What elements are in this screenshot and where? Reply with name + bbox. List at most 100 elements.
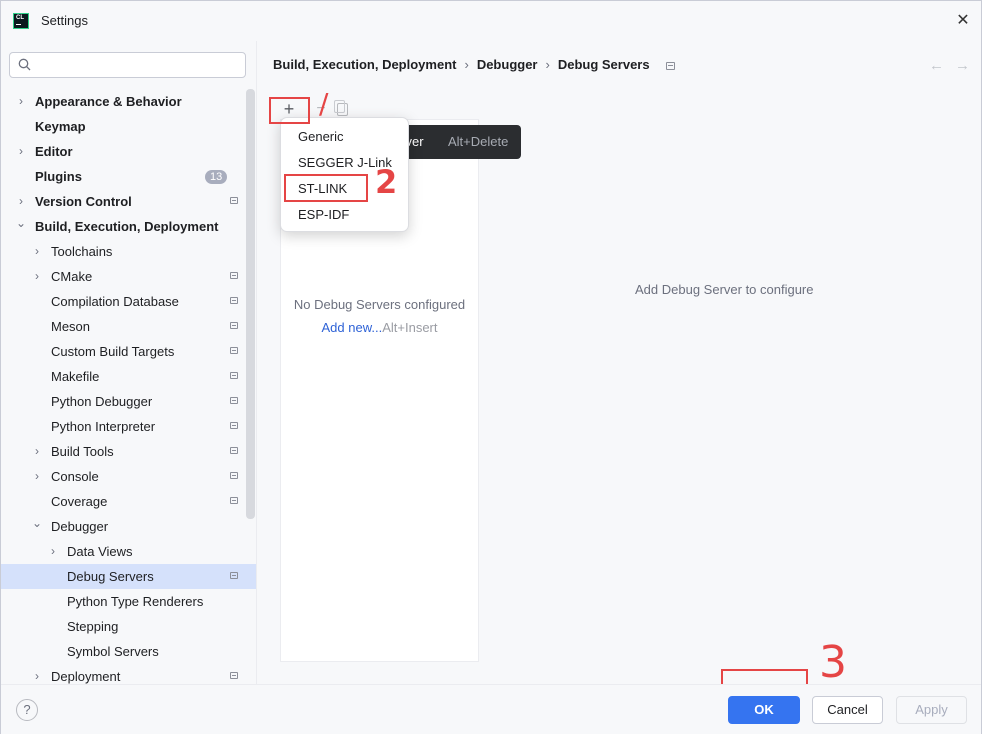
sidebar-item-label: Console [51,469,99,484]
sidebar-item[interactable]: Plugins 13 [1,164,246,189]
chevron-right-icon[interactable]: › [15,139,27,164]
sidebar-item[interactable]: › Appearance & Behavior [1,89,246,114]
tooltip-shortcut: Alt+Delete [448,134,509,149]
sidebar-item-label: Build, Execution, Deployment [35,219,219,234]
sidebar-item[interactable]: Makefile [1,364,246,389]
chevron-right-icon[interactable]: › [31,239,43,264]
sidebar-item-label: Keymap [35,119,86,134]
ok-button[interactable]: OK [728,696,800,724]
sidebar-item[interactable]: Debug Servers [1,564,256,589]
sidebar-item[interactable]: › Toolchains [1,239,246,264]
sidebar-item-label: Data Views [67,544,133,559]
sidebar-item[interactable]: Compilation Database [1,289,246,314]
settings-tree: › Appearance & Behavior Keymap › Editor Plugi… [1,89,256,684]
project-scope-icon [230,447,238,454]
chevron-right-icon[interactable]: › [15,89,27,114]
sidebar-item[interactable]: › Console [1,464,246,489]
settings-search-field[interactable] [9,52,246,78]
sidebar-item[interactable]: Meson [1,314,246,339]
project-scope-icon [230,422,238,429]
sidebar-item[interactable]: › Build Tools [1,439,246,464]
sidebar-item-label: CMake [51,269,93,284]
sidebar-item-label: Python Debugger [51,394,153,409]
project-scope-icon [230,472,238,479]
forward-arrow-icon[interactable]: → [955,57,970,74]
annotation-number-1: / [319,87,329,120]
sidebar-item[interactable]: › Deployment [1,664,246,684]
close-icon[interactable]: ✕ [953,11,973,31]
add-new-row: Add new...Alt+Insert [281,320,478,335]
sidebar-item[interactable]: › CMake [1,264,246,289]
sidebar-item[interactable]: Keymap [1,114,246,139]
sidebar-item-label: Version Control [35,194,132,209]
chevron-down-icon[interactable]: ⌄ [15,214,27,232]
project-scope-icon [230,372,238,379]
chevron-right-icon[interactable]: › [31,264,43,289]
project-scope-icon [230,322,238,329]
menu-item-esp-idf[interactable]: ESP-IDF [281,202,408,228]
sidebar-item-label: Stepping [67,619,119,634]
apply-button[interactable]: Apply [896,696,967,724]
sidebar-item[interactable]: Python Interpreter [1,414,246,439]
sidebar-item-label: Toolchains [51,244,113,259]
sidebar-item-label: Compilation Database [51,294,179,309]
breadcrumb-item[interactable]: Build, Execution, Deployment [273,57,456,72]
sidebar-item-label: Python Interpreter [51,419,156,434]
chevron-right-icon[interactable]: › [31,664,43,684]
sidebar-item-label: Debugger [51,519,109,534]
sidebar-item-label: Plugins [35,169,82,184]
project-scope-icon [230,397,238,404]
sidebar-item[interactable]: Python Type Renderers [1,589,246,614]
sidebar-item[interactable]: Custom Build Targets [1,339,246,364]
project-scope-icon [230,672,238,679]
clion-logo-icon: CL [13,13,29,29]
sidebar-scrollbar[interactable] [246,89,255,519]
window-title: Settings [41,13,88,28]
chevron-right-icon[interactable]: › [15,189,27,214]
sidebar-item-label: Makefile [51,369,100,384]
help-button[interactable]: ? [16,699,38,721]
back-arrow-icon[interactable]: ← [929,57,944,74]
sidebar-item[interactable]: Python Debugger [1,389,246,414]
sidebar-item[interactable]: › Editor [1,139,246,164]
add-new-link[interactable]: Add new... [322,320,383,335]
copy-server-icon[interactable] [334,100,348,116]
project-scope-icon [230,197,238,204]
chevron-down-icon[interactable]: ⌄ [31,514,43,532]
sidebar-item-label: Python Type Renderers [67,594,204,609]
search-icon [18,58,31,71]
sidebar-item[interactable]: ⌄ Debugger [1,514,246,539]
menu-item-generic[interactable]: Generic [281,124,408,150]
chevron-right-icon[interactable]: › [31,464,43,489]
sidebar-item[interactable]: Stepping [1,614,246,639]
sidebar-item-label: Editor [35,144,73,159]
sidebar-item-label: Build Tools [51,444,114,459]
breadcrumb-item[interactable]: Debugger [477,57,538,72]
sidebar-item[interactable]: Symbol Servers [1,639,246,664]
plugins-count-badge: 13 [205,170,228,184]
add-new-shortcut: Alt+Insert [382,320,438,335]
search-input[interactable] [40,56,244,76]
sidebar-item[interactable]: › Data Views [1,539,246,564]
project-scope-icon [230,297,238,304]
title-bar: CL Settings ✕ [1,1,981,41]
chevron-right-icon: › [464,57,469,72]
empty-list-text: No Debug Servers configured [293,297,466,312]
sidebar-item[interactable]: ⌄ Build, Execution, Deployment [1,214,246,239]
chevron-right-icon[interactable]: › [31,439,43,464]
configure-hint-text: Add Debug Server to configure [635,282,814,297]
chevron-right-icon: › [545,57,550,72]
annotation-box-add [269,97,310,124]
project-scope-icon [230,272,238,279]
sidebar-item[interactable]: › Version Control [1,189,246,214]
sidebar-item-label: Deployment [51,669,121,684]
breadcrumb-item: Debug Servers [557,57,650,72]
sidebar-item-label: Custom Build Targets [51,344,175,359]
project-scope-icon [230,497,238,504]
project-scope-icon [230,347,238,354]
chevron-right-icon[interactable]: › [47,539,59,564]
cancel-button[interactable]: Cancel [812,696,883,724]
sidebar-item-label: Meson [51,319,91,334]
sidebar-item-label: Coverage [51,494,108,509]
sidebar-item[interactable]: Coverage [1,489,246,514]
